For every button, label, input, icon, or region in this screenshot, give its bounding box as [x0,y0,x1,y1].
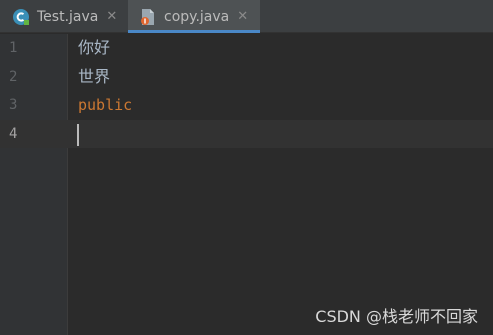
close-icon[interactable]: ✕ [237,9,248,24]
line-number: 3 [9,97,18,113]
java-class-icon [12,8,30,26]
code-line[interactable]: 世界 [78,63,110,91]
line-number: 1 [9,40,18,56]
line-number: 2 [9,69,18,85]
code-line[interactable]: public [78,91,132,119]
tab-label: Test.java [37,8,99,25]
line-number-gutter: 1 2 3 4 [0,34,68,335]
code-line[interactable]: 你好 [78,34,110,62]
line-number: 4 [9,126,18,142]
java-file-icon [139,8,157,26]
watermark: CSDN @栈老师不回家 [315,307,478,326]
current-line-highlight [68,120,493,148]
editor-tab-bar: Test.java ✕ copy.java ✕ [0,0,493,33]
close-icon[interactable]: ✕ [106,9,117,24]
text-cursor [77,124,79,146]
keyword-token: public [78,96,133,114]
tab-test-java[interactable]: Test.java ✕ [0,0,127,33]
tab-label: copy.java [164,8,230,25]
tab-copy-java[interactable]: copy.java ✕ [128,0,260,33]
code-editor[interactable]: 你好 世界 public [68,34,493,335]
